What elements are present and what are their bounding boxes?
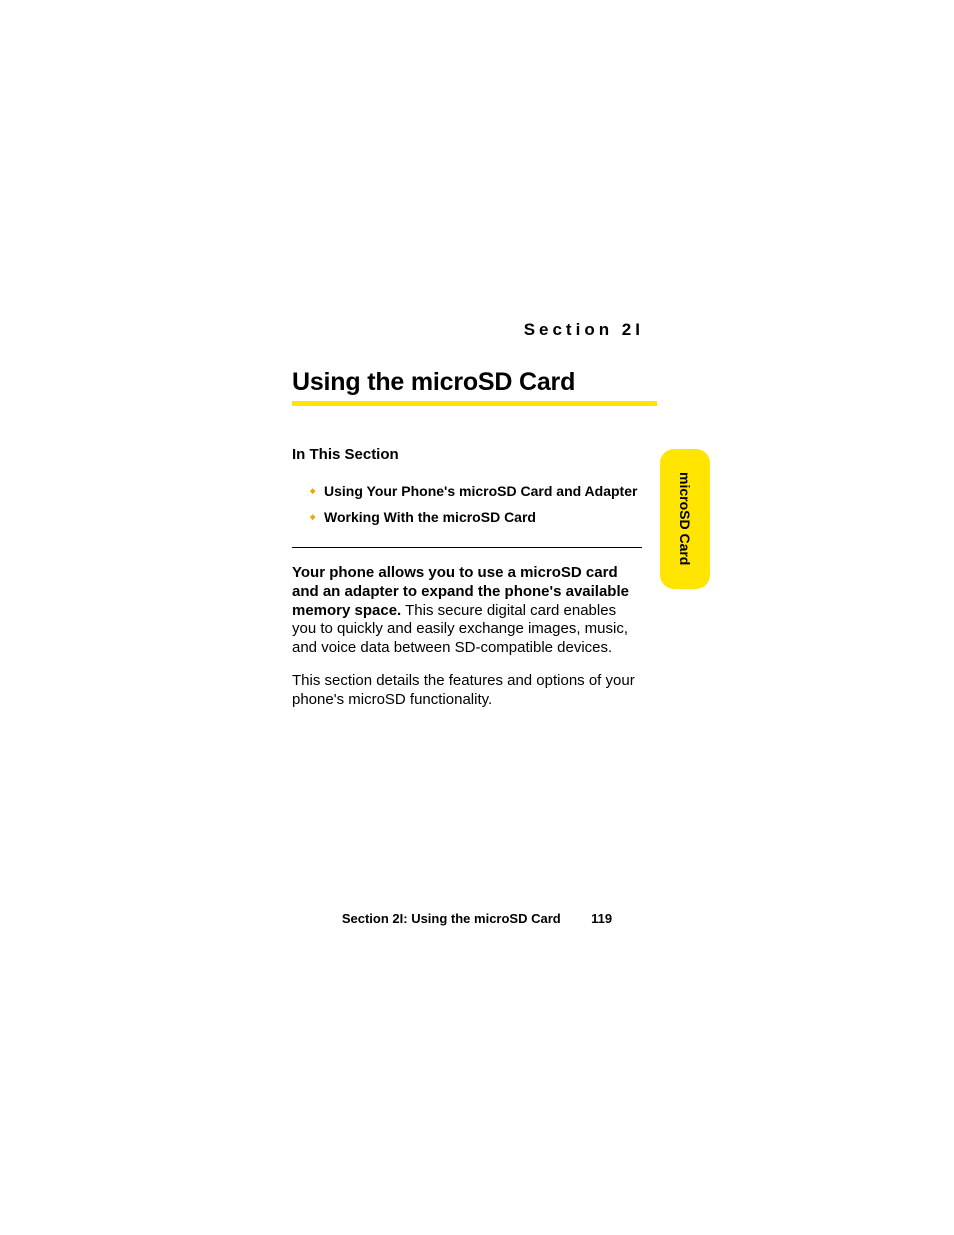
footer-label: Section 2I: Using the microSD Card [342,911,561,926]
in-this-section-heading: In This Section [292,446,642,463]
document-page: Section 2I Using the microSD Card In Thi… [0,0,954,1235]
section-label: Section 2I [524,320,644,340]
page-footer: Section 2I: Using the microSD Card 119 [0,910,954,928]
body-paragraph: This section details the features and op… [292,672,642,710]
toc-item: Working With the microSD Card [310,509,642,525]
side-tab-label: microSD Card [677,472,693,565]
toc-item: Using Your Phone's microSD Card and Adap… [310,483,642,499]
title-underline [292,401,657,406]
page-title: Using the microSD Card [292,368,657,397]
body-paragraph: Your phone allows you to use a microSD c… [292,564,642,658]
toc-list: Using Your Phone's microSD Card and Adap… [310,483,642,525]
content-column: In This Section Using Your Phone's micro… [292,446,642,723]
side-tab: microSD Card [660,449,710,589]
divider [292,547,642,548]
title-block: Using the microSD Card [292,368,657,406]
page-number: 119 [591,911,612,926]
